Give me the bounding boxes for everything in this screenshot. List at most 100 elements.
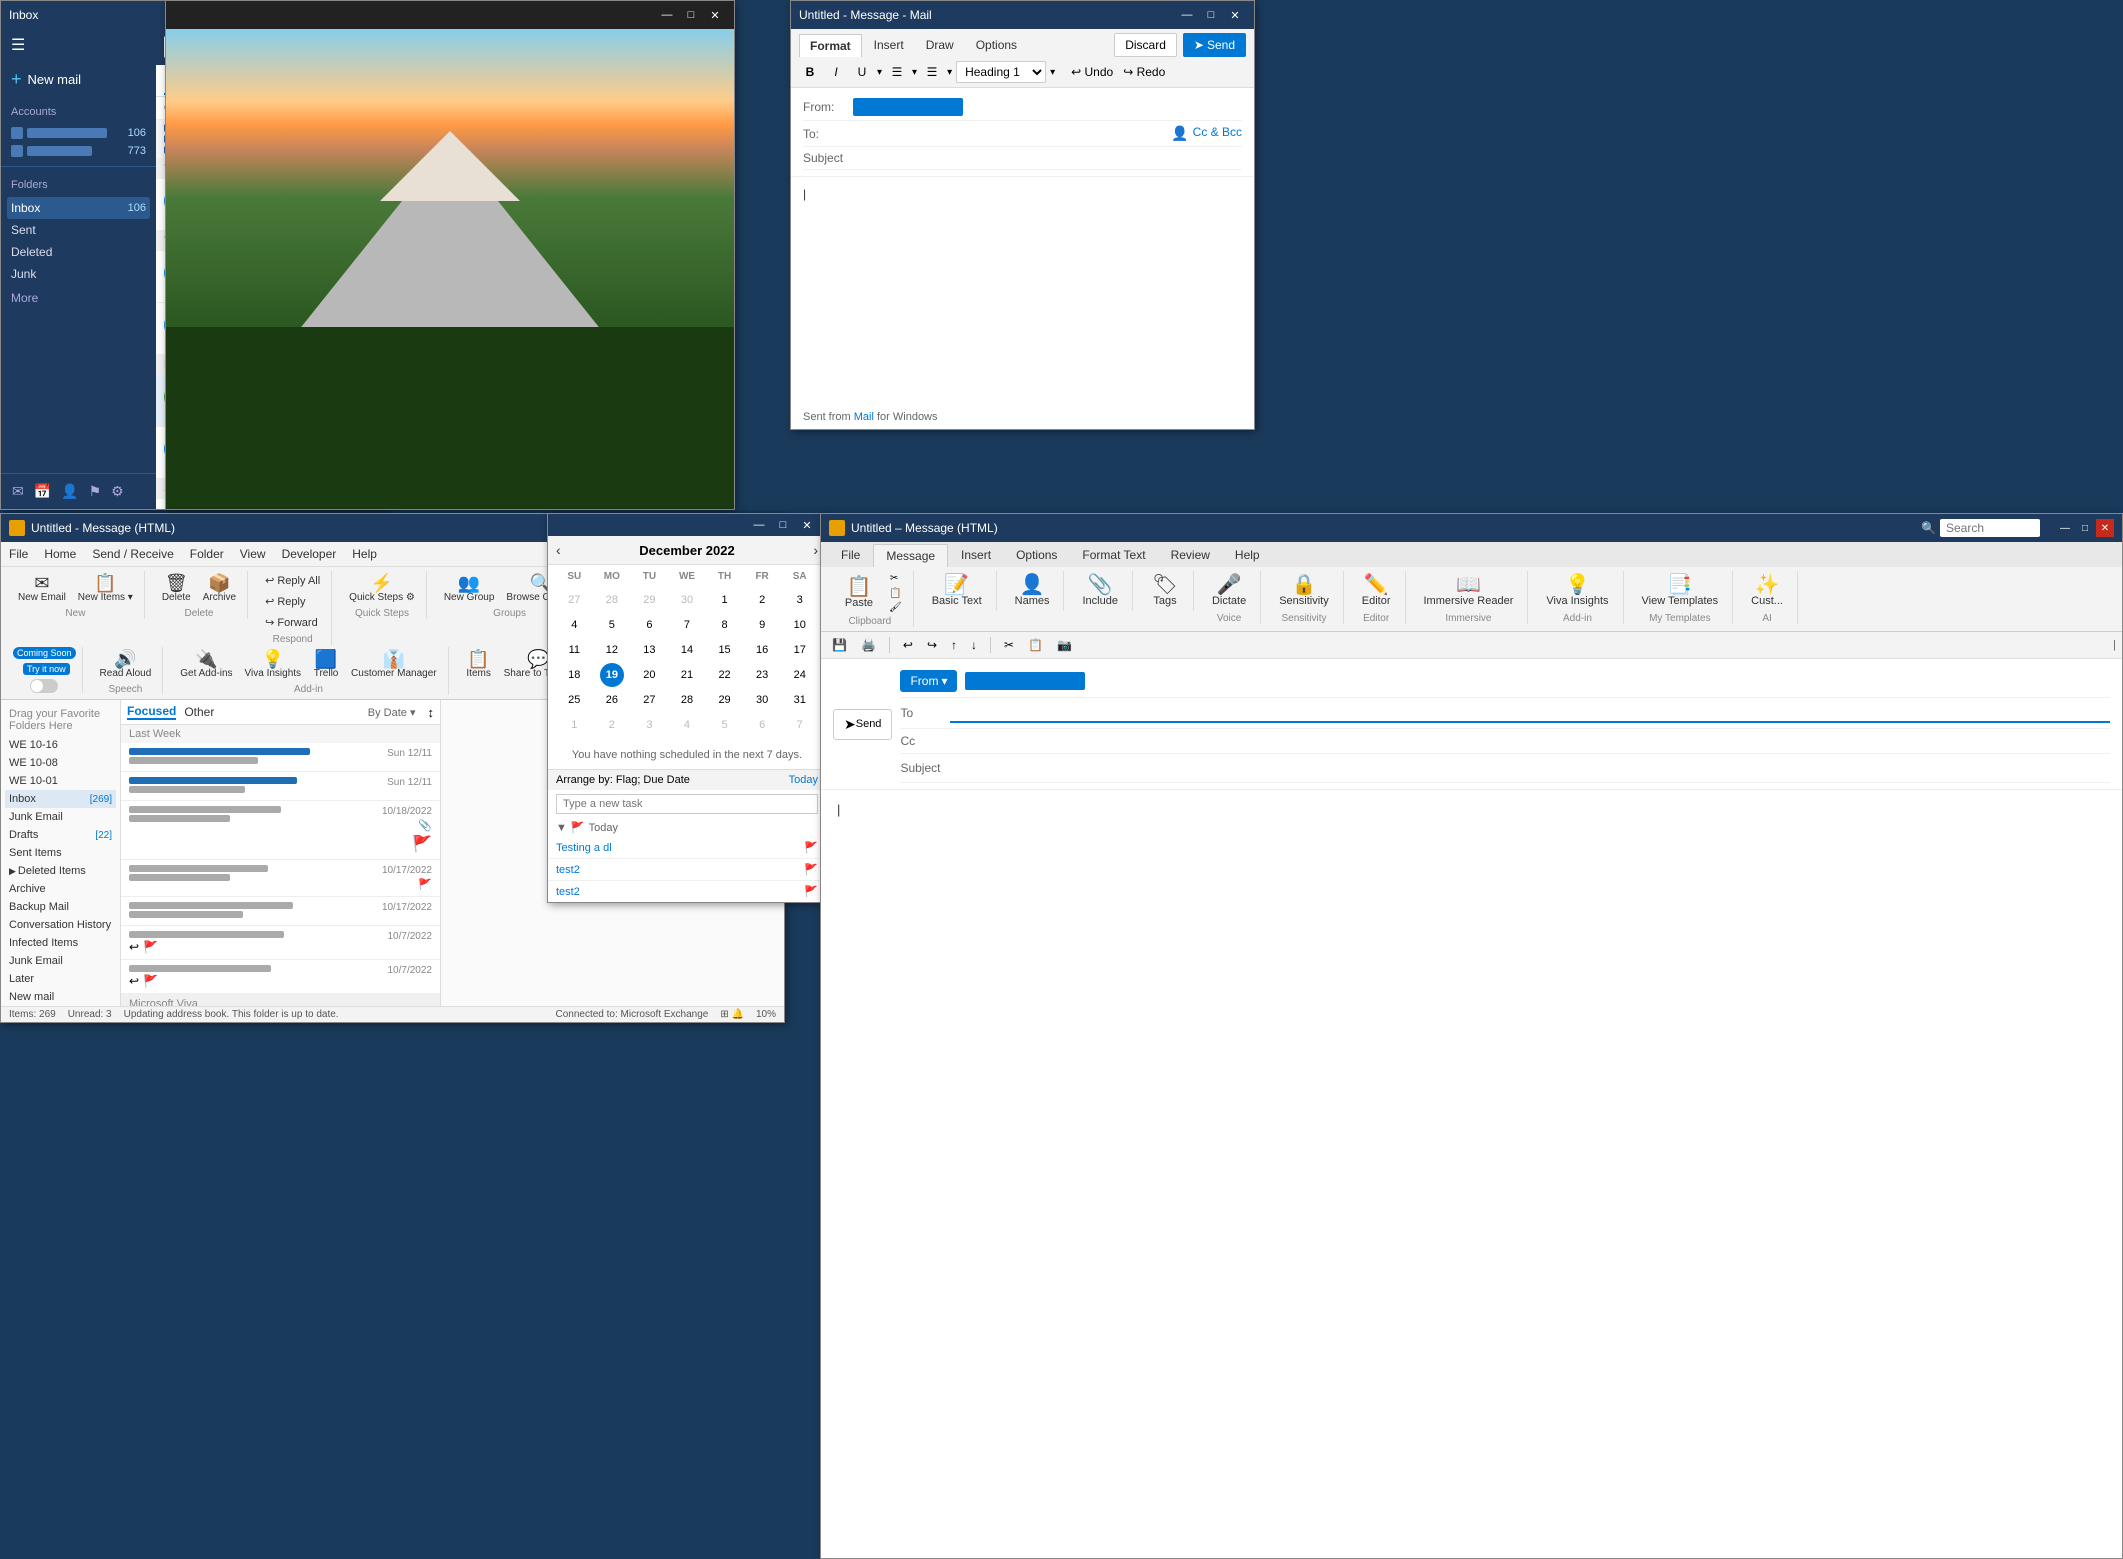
cut-button[interactable]: ✂ bbox=[886, 571, 905, 586]
message-item[interactable]: 10/18/2022 📎 🚩 bbox=[121, 801, 440, 860]
include-button[interactable]: 📎 Include bbox=[1076, 571, 1123, 611]
folder-deleted-items[interactable]: ▶Deleted Items bbox=[5, 862, 116, 880]
from-button[interactable]: From ▾ bbox=[900, 670, 957, 692]
tab-message[interactable]: Message bbox=[873, 544, 948, 567]
folder-conversation[interactable]: Conversation History bbox=[5, 916, 116, 934]
delete-button[interactable]: 🗑 Delete bbox=[157, 571, 196, 606]
cal-date[interactable]: 21 bbox=[675, 663, 699, 687]
nmh-body[interactable]: | bbox=[821, 790, 2122, 1558]
folder-inbox[interactable]: Inbox [269] bbox=[5, 790, 116, 808]
tab-format-text[interactable]: Format Text bbox=[1070, 542, 1157, 567]
down-button[interactable]: ↓ bbox=[966, 635, 982, 655]
subject-input[interactable] bbox=[950, 759, 2110, 777]
folder-junk[interactable]: Junk bbox=[7, 263, 150, 285]
tab-insert[interactable]: Insert bbox=[949, 542, 1003, 567]
number-list-button[interactable]: ☰ bbox=[921, 61, 943, 83]
menu-developer[interactable]: Developer bbox=[282, 544, 337, 564]
cal-date[interactable]: 26 bbox=[600, 688, 624, 712]
folder-inbox[interactable]: Inbox 106 bbox=[7, 197, 150, 219]
maximize-button[interactable]: □ bbox=[1200, 5, 1222, 25]
tab-format[interactable]: Format bbox=[799, 34, 862, 57]
cal-date[interactable]: 11 bbox=[562, 638, 586, 662]
copy-button[interactable]: 📋 bbox=[1023, 635, 1048, 655]
sort-control[interactable]: By Date ▾ bbox=[368, 706, 416, 719]
folder-we1008[interactable]: WE 10-08 bbox=[5, 754, 116, 772]
bullet-dropdown[interactable]: ▾ bbox=[912, 67, 917, 78]
try-now-badge[interactable]: Try it now bbox=[23, 663, 70, 675]
new-email-button[interactable]: ✉ New Email bbox=[13, 571, 71, 606]
number-dropdown[interactable]: ▾ bbox=[947, 67, 952, 78]
viva-insights-button[interactable]: 💡 Viva Insights bbox=[240, 647, 307, 682]
account-1[interactable]: 106 bbox=[7, 124, 150, 142]
cal-date[interactable]: 12 bbox=[600, 638, 624, 662]
archive-button[interactable]: 📦 Archive bbox=[198, 571, 241, 606]
redo-button[interactable]: ↪ Redo bbox=[1119, 61, 1169, 83]
cal-date[interactable]: 3 bbox=[637, 713, 661, 737]
close-button[interactable]: ✕ bbox=[796, 515, 818, 535]
tab-options[interactable]: Options bbox=[966, 34, 1027, 57]
settings-icon[interactable]: ⚙ bbox=[108, 480, 127, 503]
menu-folder[interactable]: Folder bbox=[190, 544, 224, 564]
cal-date[interactable]: 4 bbox=[675, 713, 699, 737]
tab-help[interactable]: Help bbox=[1223, 542, 1272, 567]
new-group-button[interactable]: 👥 New Group bbox=[439, 571, 500, 606]
redo-button[interactable]: ↪ bbox=[922, 635, 942, 655]
names-button[interactable]: 👤 Names bbox=[1009, 571, 1056, 611]
cal-date[interactable]: 10 bbox=[788, 613, 812, 637]
basic-text-button[interactable]: 📝 Basic Text bbox=[926, 571, 988, 611]
cal-date[interactable]: 4 bbox=[562, 613, 586, 637]
discard-button[interactable]: Discard bbox=[1114, 33, 1177, 57]
next-month-button[interactable]: › bbox=[813, 542, 818, 558]
cal-date[interactable]: 3 bbox=[788, 588, 812, 612]
folder-sent[interactable]: Sent bbox=[7, 219, 150, 241]
message-item[interactable]: ↩ 🚩 10/7/2022 bbox=[121, 926, 440, 960]
cal-date[interactable]: 7 bbox=[675, 613, 699, 637]
reply-button[interactable]: ↩ Reply bbox=[260, 592, 325, 611]
folder-junk2[interactable]: Junk Email bbox=[5, 952, 116, 970]
cal-date[interactable]: 2 bbox=[600, 713, 624, 737]
cal-date[interactable]: 30 bbox=[675, 588, 699, 612]
message-item[interactable]: ↩ 🚩 10/7/2022 bbox=[121, 960, 440, 994]
heading-select[interactable]: Heading 1 Heading 2 Normal bbox=[956, 61, 1046, 83]
send-button[interactable]: ➤ Send bbox=[833, 709, 892, 740]
tab-options[interactable]: Options bbox=[1004, 542, 1069, 567]
underline-button[interactable]: U bbox=[851, 61, 873, 83]
format-painter-button[interactable]: 🖌 bbox=[886, 601, 905, 614]
folder-we1001[interactable]: WE 10-01 bbox=[5, 772, 116, 790]
menu-file[interactable]: File bbox=[9, 544, 28, 564]
people-icon[interactable]: 👤 bbox=[58, 480, 81, 503]
minimize-button[interactable]: — bbox=[2056, 519, 2074, 537]
menu-send-receive[interactable]: Send / Receive bbox=[92, 544, 173, 564]
read-aloud-button[interactable]: 🔊 Read Aloud bbox=[95, 647, 157, 682]
cal-date[interactable]: 2 bbox=[750, 588, 774, 612]
close-button[interactable]: ✕ bbox=[1224, 5, 1246, 25]
hamburger-icon[interactable]: ☰ bbox=[1, 29, 156, 61]
immersive-reader-button[interactable]: 📖 Immersive Reader bbox=[1418, 571, 1520, 611]
flag-icon[interactable]: ⚑ bbox=[86, 480, 105, 503]
calendar-icon[interactable]: 📅 bbox=[31, 480, 54, 503]
undo-button[interactable]: ↩ Undo bbox=[1067, 61, 1117, 83]
folder-we1016[interactable]: WE 10-16 bbox=[5, 736, 116, 754]
cal-date[interactable]: 6 bbox=[750, 713, 774, 737]
cal-date[interactable]: 16 bbox=[750, 638, 774, 662]
cal-date[interactable]: 6 bbox=[637, 613, 661, 637]
tab-file[interactable]: File bbox=[829, 542, 872, 567]
cal-date[interactable]: 15 bbox=[713, 638, 737, 662]
cal-date[interactable]: 24 bbox=[788, 663, 812, 687]
bold-button[interactable]: B bbox=[799, 61, 821, 83]
cal-date[interactable]: 8 bbox=[713, 613, 737, 637]
tags-button[interactable]: 🏷 Tags bbox=[1145, 571, 1185, 611]
sort-icon[interactable]: ↕ bbox=[428, 705, 435, 720]
toggle-off[interactable] bbox=[30, 679, 58, 693]
mail-link[interactable]: Mail bbox=[854, 411, 874, 423]
minimize-button[interactable]: — bbox=[748, 515, 770, 535]
cal-date-today[interactable]: 19 bbox=[600, 663, 624, 687]
tab-insert[interactable]: Insert bbox=[864, 34, 914, 57]
to-input[interactable] bbox=[853, 127, 1171, 141]
cal-date[interactable]: 28 bbox=[675, 688, 699, 712]
forward-button[interactable]: ↪ Forward bbox=[260, 613, 325, 632]
editor-button[interactable]: ✏️ Editor bbox=[1356, 571, 1397, 611]
tab-focused[interactable]: Focused bbox=[127, 704, 176, 720]
cal-date[interactable]: 27 bbox=[637, 688, 661, 712]
message-item[interactable]: 10/17/2022 🚩 bbox=[121, 860, 440, 897]
